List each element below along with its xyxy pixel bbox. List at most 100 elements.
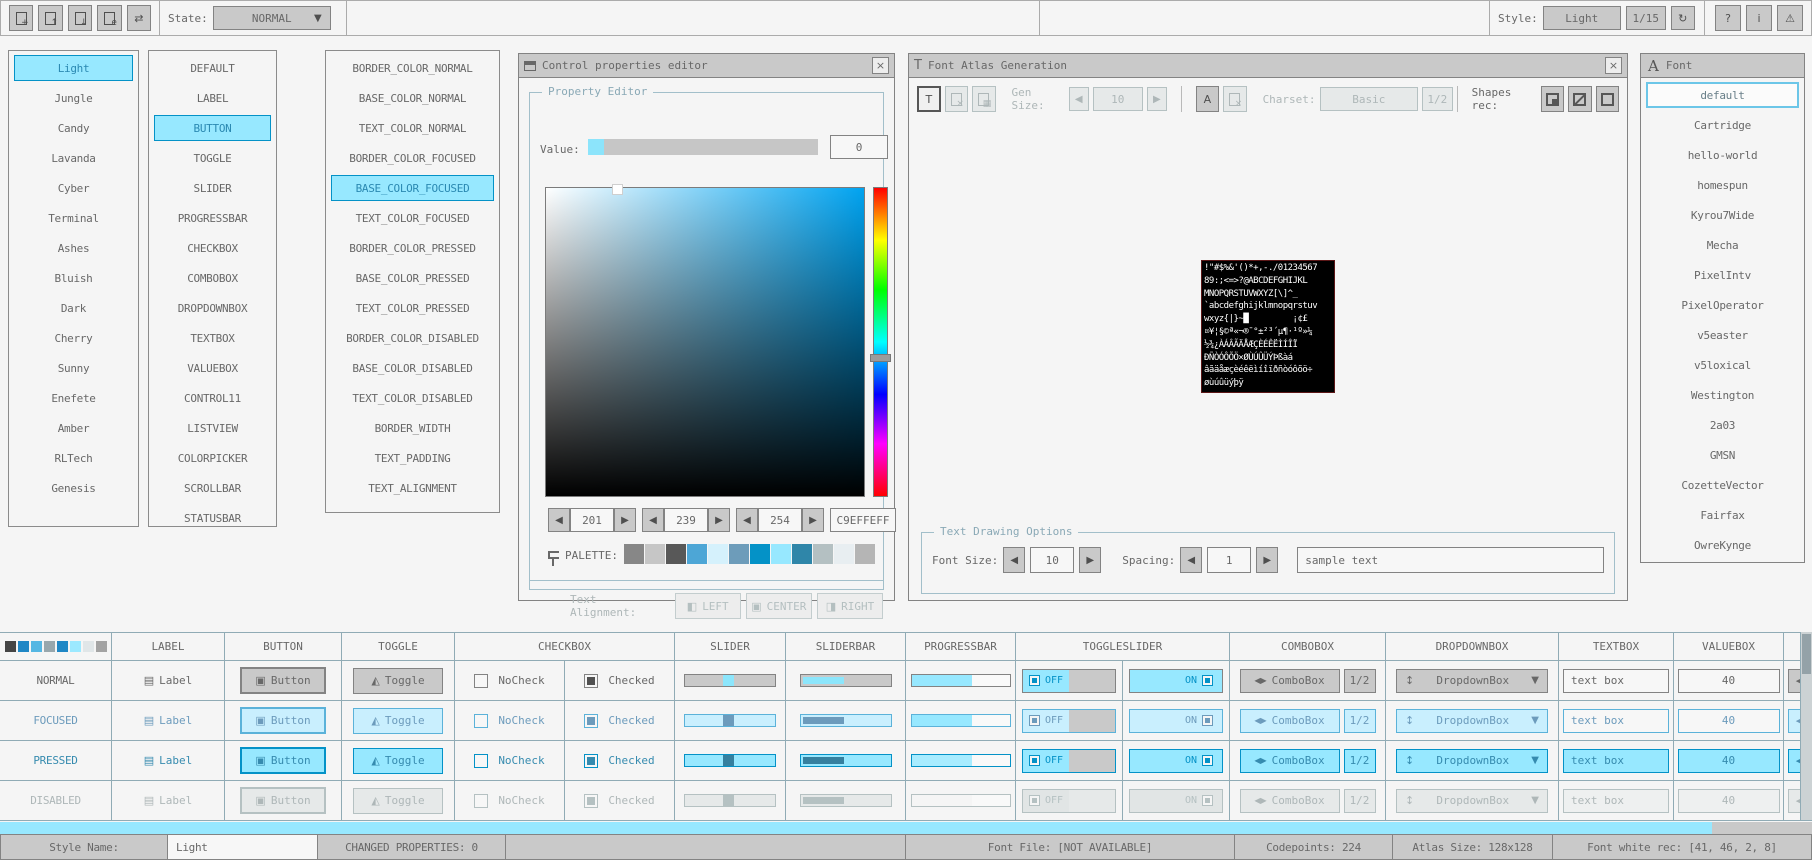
style-list-item[interactable]: Dark xyxy=(14,295,133,321)
style-list-item[interactable]: Terminal xyxy=(14,205,133,231)
charset-dropdown[interactable]: Basic xyxy=(1320,87,1419,111)
props-list-item[interactable]: BASE_COLOR_NORMAL xyxy=(331,85,494,111)
toggleslider-on-preview[interactable]: ON xyxy=(1129,709,1223,733)
label-preview[interactable]: ▤Label xyxy=(144,674,193,687)
slider-knob[interactable] xyxy=(723,715,734,726)
sliderbar-preview[interactable] xyxy=(800,674,892,687)
style-list-item[interactable]: Lavanda xyxy=(14,145,133,171)
color-picker-panel[interactable] xyxy=(545,187,865,497)
scrollbar-handle[interactable] xyxy=(1802,634,1811,674)
sliderbar-preview[interactable] xyxy=(800,754,892,767)
valuebox-preview[interactable]: 40 xyxy=(1678,789,1780,813)
shapes-rec-empty-button[interactable] xyxy=(1596,86,1619,112)
dropdownbox-preview[interactable]: ↕DropdownBox▼ xyxy=(1396,789,1548,813)
slider-preview[interactable] xyxy=(684,714,776,727)
red-increase-button[interactable]: ▶ xyxy=(614,508,636,532)
style-list-item[interactable]: Jungle xyxy=(14,85,133,111)
align-right-button[interactable]: ◨RIGHT xyxy=(817,593,883,619)
toggle-preview[interactable]: ◭Toggle xyxy=(353,788,443,814)
palette-swatch[interactable] xyxy=(729,544,749,564)
font-list-item[interactable]: Westington xyxy=(1646,382,1799,408)
palette-swatch[interactable] xyxy=(750,544,770,564)
slider-preview[interactable] xyxy=(684,674,776,687)
combobox-preview[interactable]: ◀▶ComboBox1/2 xyxy=(1240,709,1376,733)
font-clear-button[interactable]: × xyxy=(945,86,968,112)
props-list-item[interactable]: BORDER_COLOR_NORMAL xyxy=(331,55,494,81)
controls-list-item[interactable]: DEFAULT xyxy=(154,55,271,81)
slider-preview[interactable] xyxy=(684,794,776,807)
toggleslider-off-preview[interactable]: OFF xyxy=(1022,669,1116,693)
font-text-mode-button[interactable]: T xyxy=(917,86,941,112)
value-box[interactable]: 0 xyxy=(830,135,888,159)
green-increase-button[interactable]: ▶ xyxy=(708,508,730,532)
style-list-item[interactable]: Candy xyxy=(14,115,133,141)
style-list-item[interactable]: Genesis xyxy=(14,475,133,501)
textbox-preview[interactable]: text box xyxy=(1563,709,1669,733)
sliderbar-preview[interactable] xyxy=(800,794,892,807)
palette-swatch[interactable] xyxy=(708,544,728,564)
toggleslider-on-preview[interactable]: ON xyxy=(1129,789,1223,813)
style-name-input[interactable]: Light xyxy=(168,834,318,860)
controls-list-item[interactable]: SLIDER xyxy=(154,175,271,201)
style-list-item[interactable]: Ashes xyxy=(14,235,133,261)
value-slider[interactable] xyxy=(588,139,818,155)
controls-list-item[interactable]: BUTTON xyxy=(154,115,271,141)
toggleslider-off-preview[interactable]: OFF xyxy=(1022,749,1116,773)
checkbox-checked-preview[interactable]: Checked xyxy=(584,754,654,768)
checkbox-unchecked-preview[interactable]: NoCheck xyxy=(474,794,544,808)
controls-list-item[interactable]: SCROLLBAR xyxy=(154,475,271,501)
controls-list-item[interactable]: TEXTBOX xyxy=(154,325,271,351)
style-list-item[interactable]: Cherry xyxy=(14,325,133,351)
font-list-item[interactable]: PixelIntv xyxy=(1646,262,1799,288)
font-list-item[interactable]: 2a03 xyxy=(1646,412,1799,438)
props-list-item[interactable]: TEXT_ALIGNMENT xyxy=(331,475,494,501)
toggleslider-off-preview[interactable]: OFF xyxy=(1022,789,1116,813)
style-list-item[interactable]: Amber xyxy=(14,415,133,441)
checkbox-checked-preview[interactable]: Checked xyxy=(584,714,654,728)
controls-list-item[interactable]: VALUEBOX xyxy=(154,355,271,381)
load-style-button[interactable]: ↑ xyxy=(38,5,62,31)
props-list-item[interactable]: BASE_COLOR_PRESSED xyxy=(331,265,494,291)
font-list-item[interactable]: Fairfax xyxy=(1646,502,1799,528)
palette-swatch[interactable] xyxy=(855,544,875,564)
font-list-item[interactable]: default xyxy=(1646,82,1799,108)
spacing-increase-button[interactable]: ▶ xyxy=(1256,547,1278,573)
valuebox-preview[interactable]: 40 xyxy=(1678,749,1780,773)
dropdownbox-preview[interactable]: ↕DropdownBox▼ xyxy=(1396,709,1548,733)
valuebox-preview[interactable]: 40 xyxy=(1678,669,1780,693)
toggle-preview[interactable]: ◭Toggle xyxy=(353,668,443,694)
controls-list-item[interactable]: COMBOBOX xyxy=(154,265,271,291)
slider-preview[interactable] xyxy=(684,754,776,767)
save-style-button[interactable]: ↓ xyxy=(68,5,92,31)
slider-knob[interactable] xyxy=(723,755,734,766)
palette-swatch[interactable] xyxy=(645,544,665,564)
toggle-preview[interactable]: ◭Toggle xyxy=(353,708,443,734)
font-list-item[interactable]: Cartridge xyxy=(1646,112,1799,138)
checkbox-unchecked-preview[interactable]: NoCheck xyxy=(474,754,544,768)
font-list-item[interactable]: PixelOperator xyxy=(1646,292,1799,318)
font-atlas-image[interactable]: !"#$%&'()*+,-./0123456789:;<=>?@ABCDEFGH… xyxy=(1201,260,1335,393)
button-preview[interactable]: ▣Button xyxy=(240,747,326,774)
red-value[interactable]: 201 xyxy=(570,508,614,532)
controls-list-item[interactable]: LISTVIEW xyxy=(154,415,271,441)
palette-swatch[interactable] xyxy=(624,544,644,564)
font-list-item[interactable]: CozetteVector xyxy=(1646,472,1799,498)
combobox-preview[interactable]: ◀▶ComboBox1/2 xyxy=(1240,789,1376,813)
palette-swatch[interactable] xyxy=(666,544,686,564)
close-properties-window-button[interactable]: × xyxy=(872,57,889,74)
toggleslider-off-preview[interactable]: OFF xyxy=(1022,709,1116,733)
combobox-preview[interactable]: ◀▶ComboBox1/2 xyxy=(1240,749,1376,773)
red-decrease-button[interactable]: ◀ xyxy=(548,508,570,532)
palette-swatch[interactable] xyxy=(792,544,812,564)
font-list-item[interactable]: homespun xyxy=(1646,172,1799,198)
controls-list-item[interactable]: PROGRESSBAR xyxy=(154,205,271,231)
controls-list-item[interactable]: CHECKBOX xyxy=(154,235,271,261)
font-list-item[interactable]: OwreKynge xyxy=(1646,532,1799,558)
props-list-item[interactable]: TEXT_COLOR_NORMAL xyxy=(331,115,494,141)
hue-bar-handle[interactable] xyxy=(870,354,891,362)
green-decrease-button[interactable]: ◀ xyxy=(642,508,664,532)
font-list-item[interactable]: hello-world xyxy=(1646,142,1799,168)
palette-swatch[interactable] xyxy=(813,544,833,564)
props-list-item[interactable]: BORDER_WIDTH xyxy=(331,415,494,441)
info-button[interactable]: i xyxy=(1746,5,1772,31)
